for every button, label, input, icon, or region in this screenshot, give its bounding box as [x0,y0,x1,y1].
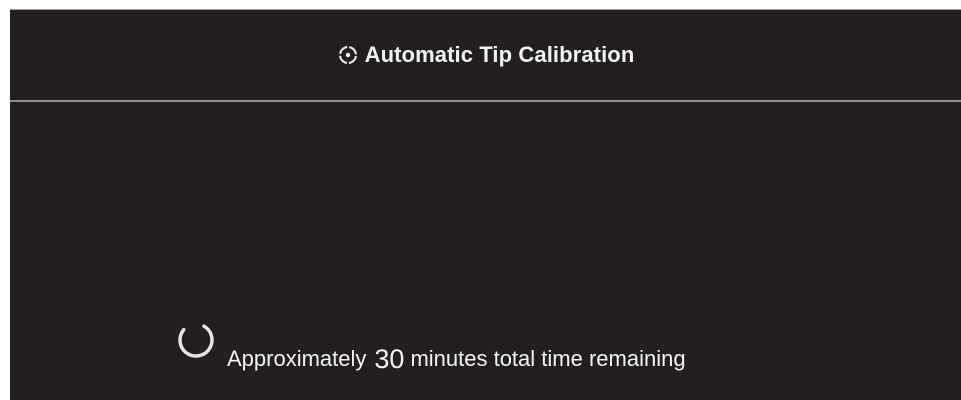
time-remaining-status: Approximately 30 minutes total time remain… [175,317,686,373]
page-title: Automatic Tip Calibration [364,41,635,67]
status-prefix: Approximately [227,346,367,371]
calibration-window: Automatic Tip Calibration Approximately 3… [10,9,961,400]
status-suffix: minutes total time remaining [410,346,686,371]
target-crosshair-icon [337,44,359,66]
loading-spinner-icon [178,322,214,358]
minutes-remaining-value: 30 [374,344,405,374]
status-text: Approximately 30 minutes total time remain… [227,344,686,374]
header-divider [10,100,961,102]
dialog-header: Automatic Tip Calibration [10,9,961,100]
